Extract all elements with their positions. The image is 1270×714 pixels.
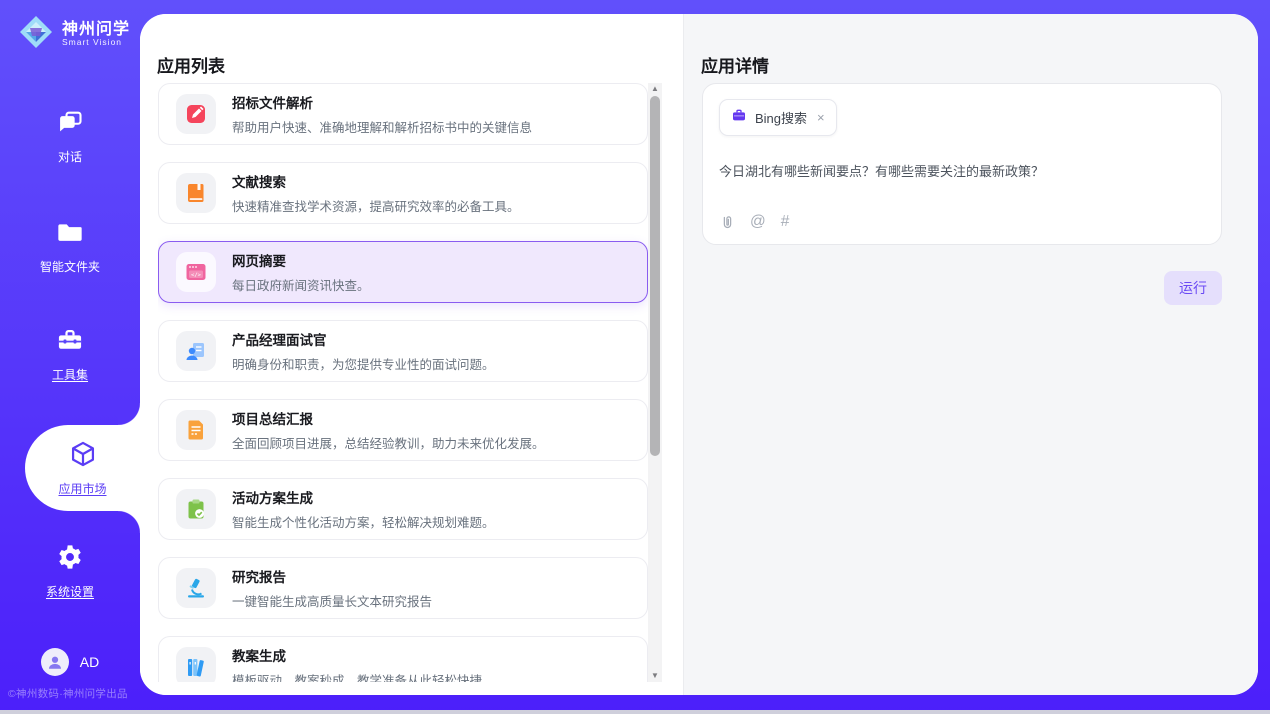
brand-text: 神州问学 Smart Vision (62, 22, 130, 48)
composer-toolbar: @ # (720, 213, 789, 231)
app-description: 明确身份和职责，为您提供专业性的面试问题。 (232, 354, 495, 373)
hash-icon[interactable]: # (781, 213, 790, 231)
app-card-texts: 教案生成模板驱动，教案秒成，教学准备从此轻松快捷 (232, 645, 482, 682)
interviewer-icon (176, 331, 216, 371)
toolbox-icon (56, 326, 84, 359)
tool-chip-bing-search[interactable]: Bing搜索 × (719, 99, 837, 136)
query-composer[interactable]: Bing搜索 × 今日湖北有哪些新闻要点？有哪些需要关注的最新政策？ @ # (702, 83, 1222, 245)
run-row: 运行 (702, 271, 1222, 305)
sidebar-item-label: 系统设置 (46, 583, 94, 600)
avatar (41, 648, 69, 676)
app-card-3[interactable]: </> 网页摘要每日政府新闻资讯快查。 (158, 241, 648, 303)
svg-text:</>: </> (191, 272, 202, 278)
app-detail-panel: 应用详情 Bing搜索 × 今日湖北有哪些新闻要点？有哪些需要关注的最新政策？ (683, 14, 1258, 695)
brand-subtitle: Smart Vision (62, 38, 130, 47)
report-doc-icon (176, 410, 216, 450)
folder-icon (56, 218, 84, 251)
app-card-texts: 产品经理面试官明确身份和职责，为您提供专业性的面试问题。 (232, 329, 495, 373)
app-name: 网页摘要 (232, 250, 370, 270)
query-text[interactable]: 今日湖北有哪些新闻要点？有哪些需要关注的最新政策？ (719, 161, 1205, 180)
app-description: 模板驱动，教案秒成，教学准备从此轻松快捷 (232, 670, 482, 682)
app-description: 快速精准查找学术资源，提高研究效率的必备工具。 (232, 196, 520, 215)
brand-diamond-icon (18, 14, 54, 55)
books-icon (176, 647, 216, 682)
app-list-panel: 应用列表 招标文件解析帮助用户快速、准确地理解和解析招标书中的关键信息文献搜索快… (140, 14, 683, 695)
sidebar-item-label: 工具集 (52, 366, 88, 383)
app-name: 产品经理面试官 (232, 329, 495, 349)
app-name: 文献搜索 (232, 171, 520, 191)
clipboard-check-icon (176, 489, 216, 529)
app-window: 神州问学 Smart Vision 对话智能文件夹工具集应用市场系统设置 AD … (0, 0, 1270, 714)
pencil-square-icon (176, 94, 216, 134)
user-initials: AD (80, 654, 99, 670)
browser-code-icon: </> (176, 252, 216, 292)
book-icon (176, 173, 216, 213)
app-name: 项目总结汇报 (232, 408, 545, 428)
app-card-4[interactable]: 产品经理面试官明确身份和职责，为您提供专业性的面试问题。 (158, 320, 648, 382)
app-card-2[interactable]: 文献搜索快速精准查找学术资源，提高研究效率的必备工具。 (158, 162, 648, 224)
brand-name: 神州问学 (62, 22, 130, 39)
chat-icon (56, 108, 84, 141)
sidebar-item-4[interactable]: 应用市场 (25, 425, 140, 511)
app-description: 一键智能生成高质量长文本研究报告 (232, 591, 432, 610)
gear-icon (56, 543, 84, 576)
app-list: 招标文件解析帮助用户快速、准确地理解和解析招标书中的关键信息文献搜索快速精准查找… (158, 83, 648, 682)
app-card-texts: 网页摘要每日政府新闻资讯快查。 (232, 250, 370, 294)
user-account[interactable]: AD (0, 648, 140, 676)
app-card-6[interactable]: 活动方案生成智能生成个性化活动方案，轻松解决规划难题。 (158, 478, 648, 540)
window-bottom-edge (0, 710, 1270, 714)
app-description: 智能生成个性化活动方案，轻松解决规划难题。 (232, 512, 495, 531)
app-name: 招标文件解析 (232, 92, 532, 112)
sidebar-item-5[interactable]: 系统设置 (0, 543, 140, 599)
copyright-footer: ©神州数码·神州问学出品 (8, 686, 128, 701)
tool-chip-label: Bing搜索 (755, 108, 807, 127)
microscope-icon (176, 568, 216, 608)
sidebar-item-3[interactable]: 工具集 (0, 326, 140, 382)
brand-logo: 神州问学 Smart Vision (18, 14, 130, 55)
app-description: 全面回顾项目进展，总结经验教训，助力未来优化发展。 (232, 433, 545, 452)
app-card-8[interactable]: 教案生成模板驱动，教案秒成，教学准备从此轻松快捷 (158, 636, 648, 682)
sidebar-item-label: 对话 (58, 148, 82, 165)
scrollbar[interactable]: ▲ ▼ (648, 83, 662, 682)
app-card-texts: 活动方案生成智能生成个性化活动方案，轻松解决规划难题。 (232, 487, 495, 531)
cube-icon (69, 440, 97, 473)
scroll-down-arrow-icon[interactable]: ▼ (648, 670, 662, 682)
main-content: 应用列表 招标文件解析帮助用户快速、准确地理解和解析招标书中的关键信息文献搜索快… (140, 14, 1258, 695)
scroll-up-arrow-icon[interactable]: ▲ (648, 83, 662, 95)
app-name: 教案生成 (232, 645, 482, 665)
app-card-5[interactable]: 项目总结汇报全面回顾项目进展，总结经验教训，助力未来优化发展。 (158, 399, 648, 461)
app-card-1[interactable]: 招标文件解析帮助用户快速、准确地理解和解析招标书中的关键信息 (158, 83, 648, 145)
sidebar-item-label: 应用市场 (58, 480, 106, 497)
app-name: 活动方案生成 (232, 487, 495, 507)
sidebar: 神州问学 Smart Vision 对话智能文件夹工具集应用市场系统设置 AD … (0, 0, 140, 710)
app-card-texts: 文献搜索快速精准查找学术资源，提高研究效率的必备工具。 (232, 171, 520, 215)
app-list-title: 应用列表 (157, 52, 225, 77)
sidebar-item-1[interactable]: 对话 (0, 108, 140, 164)
scrollbar-thumb[interactable] (650, 96, 660, 456)
app-name: 研究报告 (232, 566, 432, 586)
sidebar-item-2[interactable]: 智能文件夹 (0, 218, 140, 274)
app-card-texts: 项目总结汇报全面回顾项目进展，总结经验教训，助力未来优化发展。 (232, 408, 545, 452)
chip-close-icon[interactable]: × (817, 110, 825, 125)
app-description: 帮助用户快速、准确地理解和解析招标书中的关键信息 (232, 117, 532, 136)
app-card-texts: 招标文件解析帮助用户快速、准确地理解和解析招标书中的关键信息 (232, 92, 532, 136)
sidebar-item-label: 智能文件夹 (40, 258, 100, 275)
run-button[interactable]: 运行 (1164, 271, 1222, 305)
mention-icon[interactable]: @ (750, 213, 766, 231)
app-description: 每日政府新闻资讯快查。 (232, 275, 370, 294)
app-card-7[interactable]: 研究报告一键智能生成高质量长文本研究报告 (158, 557, 648, 619)
app-card-texts: 研究报告一键智能生成高质量长文本研究报告 (232, 566, 432, 610)
app-detail-title: 应用详情 (701, 52, 769, 77)
attachment-icon[interactable] (720, 214, 735, 231)
briefcase-icon (731, 107, 747, 128)
